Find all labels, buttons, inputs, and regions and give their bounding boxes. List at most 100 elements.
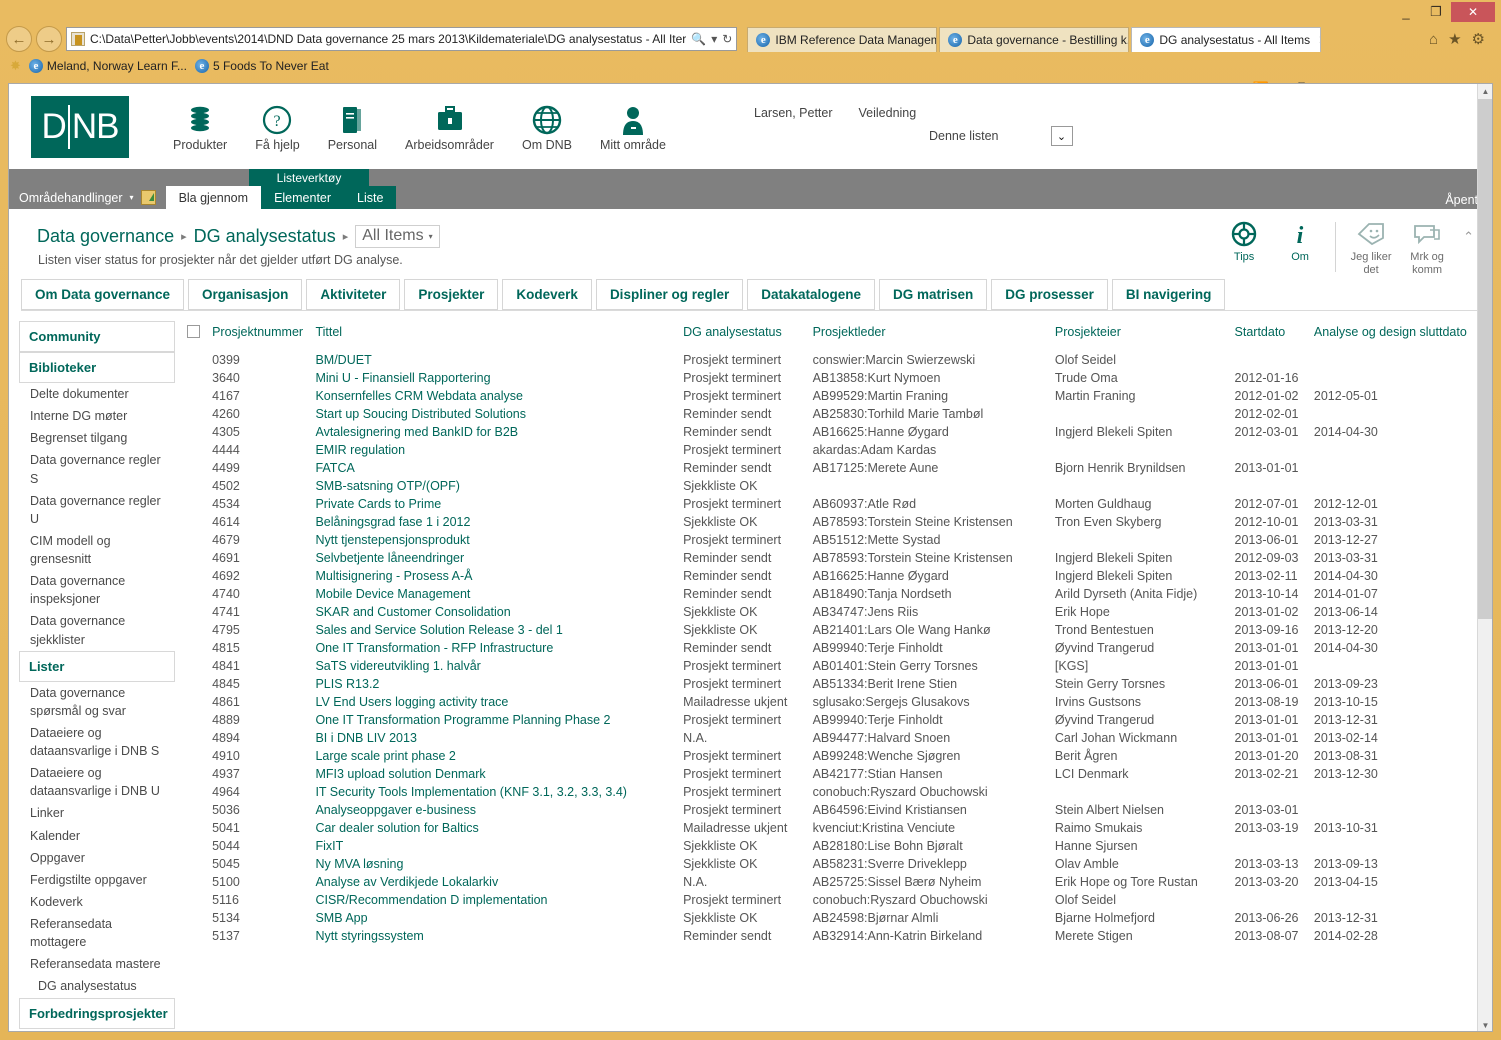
cell-tittel[interactable]: One IT Transformation Programme Planning…	[311, 711, 679, 729]
forward-button[interactable]: →	[36, 26, 62, 52]
item-title-link[interactable]: SMB-satsning OTP/(OPF)	[315, 479, 459, 493]
table-row[interactable]: 4692 Multisignering - Prosess A-Å Reminder…	[183, 567, 1478, 585]
tab-om-data-governance[interactable]: Om Data governance	[21, 279, 185, 310]
ribbon-tab-items[interactable]: Elementer	[261, 186, 345, 209]
table-row[interactable]: 4305 Avtalesignering med BankID for B2B Re…	[183, 423, 1478, 441]
item-title-link[interactable]: Car dealer solution for Baltics	[315, 821, 478, 835]
cell-tittel[interactable]: Konsernfelles CRM Webdata analyse	[311, 387, 679, 405]
scrollbar-thumb[interactable]	[1478, 99, 1492, 619]
table-row[interactable]: 4841 SaTS videreutvikling 1. halvår Prosje…	[183, 657, 1478, 675]
chevron-down-icon[interactable]: ▾	[711, 32, 717, 46]
cell-tittel[interactable]: FATCA	[311, 459, 679, 477]
table-row[interactable]: 4679 Nytt tjenstepensjonsprodukt Prosjekt …	[183, 531, 1478, 549]
favorite-item-2[interactable]: 5 Foods To Never Eat	[194, 59, 329, 73]
item-title-link[interactable]: EMIR regulation	[315, 443, 405, 457]
cell-tittel[interactable]: Selvbetjente låneendringer	[311, 549, 679, 567]
ribbon-tab-browse[interactable]: Bla gjennom	[165, 186, 262, 209]
veiledning-link[interactable]: Veiledning	[859, 106, 917, 120]
sidebar-item-begrenset-tilgang[interactable]: Begrenset tilgang	[19, 427, 175, 449]
cell-tittel[interactable]: Nytt tjenstepensjonsprodukt	[311, 531, 679, 549]
header-prosjekteier[interactable]: Prosjekteier	[1051, 321, 1231, 351]
scroll-up-icon[interactable]: ▲	[1478, 84, 1492, 99]
browser-tab-1[interactable]: IBM Reference Data Managem...	[747, 27, 938, 52]
item-title-link[interactable]: Private Cards to Prime	[315, 497, 441, 511]
address-bar[interactable]: C:\Data\Petter\Jobb\events\2014\DND Data…	[66, 27, 738, 51]
sidebar-item-dg-sporsmal-og-svar[interactable]: Data governance spørsmål og svar	[19, 682, 175, 722]
collapse-icon[interactable]: ⌃	[1463, 229, 1474, 245]
table-row[interactable]: 4534 Private Cards to Prime Prosjekt termi…	[183, 495, 1478, 513]
table-row[interactable]: 5137 Nytt styringssystem Reminder sendt AB3…	[183, 927, 1478, 945]
search-icon[interactable]: 🔍	[691, 32, 706, 46]
item-title-link[interactable]: Large scale print phase 2	[315, 749, 455, 763]
sidebar-item-dg-analysestatus[interactable]: DG analysestatus	[19, 975, 175, 997]
sidebar-item-cim-modell[interactable]: CIM modell og grensesnitt	[19, 530, 175, 570]
item-title-link[interactable]: Mobile Device Management	[315, 587, 470, 601]
action-tag-note[interactable]: Mrk og komm	[1399, 217, 1455, 276]
cell-tittel[interactable]: PLIS R13.2	[311, 675, 679, 693]
table-row[interactable]: 4845 PLIS R13.2 Prosjekt terminert AB51334:…	[183, 675, 1478, 693]
sidebar-item-linker[interactable]: Linker	[19, 802, 175, 824]
cell-tittel[interactable]: Multisignering - Prosess A-Å	[311, 567, 679, 585]
view-selector[interactable]: All Items ▾	[355, 225, 440, 248]
cell-tittel[interactable]: MFI3 upload solution Denmark	[311, 765, 679, 783]
sidebar-item-dg-inspeksjoner[interactable]: Data governance inspeksjoner	[19, 570, 175, 610]
sidebar-item-dataeiere-dnb-u[interactable]: Dataeiere og dataansvarlige i DNB U	[19, 762, 175, 802]
sidebar-group-biblioteker[interactable]: Biblioteker	[19, 352, 175, 383]
sidebar-group-community[interactable]: Community	[19, 321, 175, 352]
table-row[interactable]: 4910 Large scale print phase 2 Prosjekt te…	[183, 747, 1478, 765]
cell-tittel[interactable]: Avtalesignering med BankID for B2B	[311, 423, 679, 441]
header-tittel[interactable]: Tittel	[311, 321, 679, 351]
item-title-link[interactable]: BI i DNB LIV 2013	[315, 731, 416, 745]
table-row[interactable]: 4861 LV End Users logging activity trace M…	[183, 693, 1478, 711]
cell-tittel[interactable]: LV End Users logging activity trace	[311, 693, 679, 711]
nav-item-om-dnb[interactable]: Om DNB	[522, 101, 572, 153]
cell-tittel[interactable]: IT Security Tools Implementation (KNF 3.…	[311, 783, 679, 801]
item-title-link[interactable]: PLIS R13.2	[315, 677, 379, 691]
search-scope-dropdown[interactable]: ⌄	[1050, 126, 1073, 146]
cell-tittel[interactable]: SMB App	[311, 909, 679, 927]
cell-tittel[interactable]: BI i DNB LIV 2013	[311, 729, 679, 747]
tab-dg-prosesser[interactable]: DG prosesser	[991, 279, 1108, 310]
table-row[interactable]: 3640 Mini U - Finansiell Rapportering Pros…	[183, 369, 1478, 387]
cell-tittel[interactable]: Car dealer solution for Baltics	[311, 819, 679, 837]
header-sluttdato[interactable]: Analyse og design sluttdato	[1310, 321, 1478, 351]
back-button[interactable]: ←	[6, 26, 32, 52]
cell-tittel[interactable]: Private Cards to Prime	[311, 495, 679, 513]
table-row[interactable]: 4260 Start up Soucing Distributed Solutio…	[183, 405, 1478, 423]
item-title-link[interactable]: Konsernfelles CRM Webdata analyse	[315, 389, 523, 403]
cell-tittel[interactable]: Ny MVA løsning	[311, 855, 679, 873]
table-row[interactable]: 5134 SMB App Sjekkliste OK AB24598:Bjørnar …	[183, 909, 1478, 927]
site-actions-menu[interactable]: Områdehandlinger ▾	[9, 186, 166, 209]
tab-bi-navigering[interactable]: BI navigering	[1111, 279, 1226, 310]
page-scrollbar[interactable]: ▲ ▼	[1477, 84, 1492, 1031]
sidebar-item-interne-dg-moter[interactable]: Interne DG møter	[19, 405, 175, 427]
ribbon-tab-list[interactable]: Liste	[344, 186, 397, 209]
item-title-link[interactable]: FixIT	[315, 839, 343, 853]
add-favorite-icon[interactable]: ✸	[10, 58, 21, 74]
cell-tittel[interactable]: CISR/Recommendation D implementation	[311, 891, 679, 909]
breadcrumb-item-list[interactable]: DG analysestatus	[194, 226, 336, 247]
settings-gear-icon[interactable]: ⚙	[1472, 30, 1485, 48]
item-title-link[interactable]: Avtalesignering med BankID for B2B	[315, 425, 518, 439]
item-title-link[interactable]: One IT Transformation Programme Planning…	[315, 713, 610, 727]
cell-tittel[interactable]: Large scale print phase 2	[311, 747, 679, 765]
sidebar-item-ferdigstilte-oppgaver[interactable]: Ferdigstilte oppgaver	[19, 869, 175, 891]
table-row[interactable]: 4741 SKAR and Customer Consolidation Sjekk…	[183, 603, 1478, 621]
header-prosjektnummer[interactable]: Prosjektnummer	[208, 321, 311, 351]
item-title-link[interactable]: LV End Users logging activity trace	[315, 695, 508, 709]
cell-tittel[interactable]: SaTS videreutvikling 1. halvår	[311, 657, 679, 675]
browser-tab-2[interactable]: Data governance - Bestilling k...	[939, 27, 1130, 52]
action-om[interactable]: i Om	[1272, 217, 1328, 264]
cell-tittel[interactable]: Analyse av Verdikjede Lokalarkiv	[311, 873, 679, 891]
item-title-link[interactable]: Multisignering - Prosess A-Å	[315, 569, 472, 583]
item-title-link[interactable]: Selvbetjente låneendringer	[315, 551, 464, 565]
favorite-item-1[interactable]: Meland, Norway Learn F...	[28, 59, 187, 73]
cell-tittel[interactable]: Sales and Service Solution Release 3 - d…	[311, 621, 679, 639]
sidebar-item-dataeiere-dnb-s[interactable]: Dataeiere og dataansvarlige i DNB S	[19, 722, 175, 762]
tab-datakatalogene[interactable]: Datakatalogene	[747, 279, 876, 310]
table-row[interactable]: 0399 BM/DUET Prosjekt terminert conswier:Ma…	[183, 351, 1478, 369]
table-row[interactable]: 5116 CISR/Recommendation D implementation…	[183, 891, 1478, 909]
table-row[interactable]: 4894 BI i DNB LIV 2013 N.A. AB94477:Halvard…	[183, 729, 1478, 747]
table-row[interactable]: 4937 MFI3 upload solution Denmark Prosjekt…	[183, 765, 1478, 783]
item-title-link[interactable]: CISR/Recommendation D implementation	[315, 893, 547, 907]
